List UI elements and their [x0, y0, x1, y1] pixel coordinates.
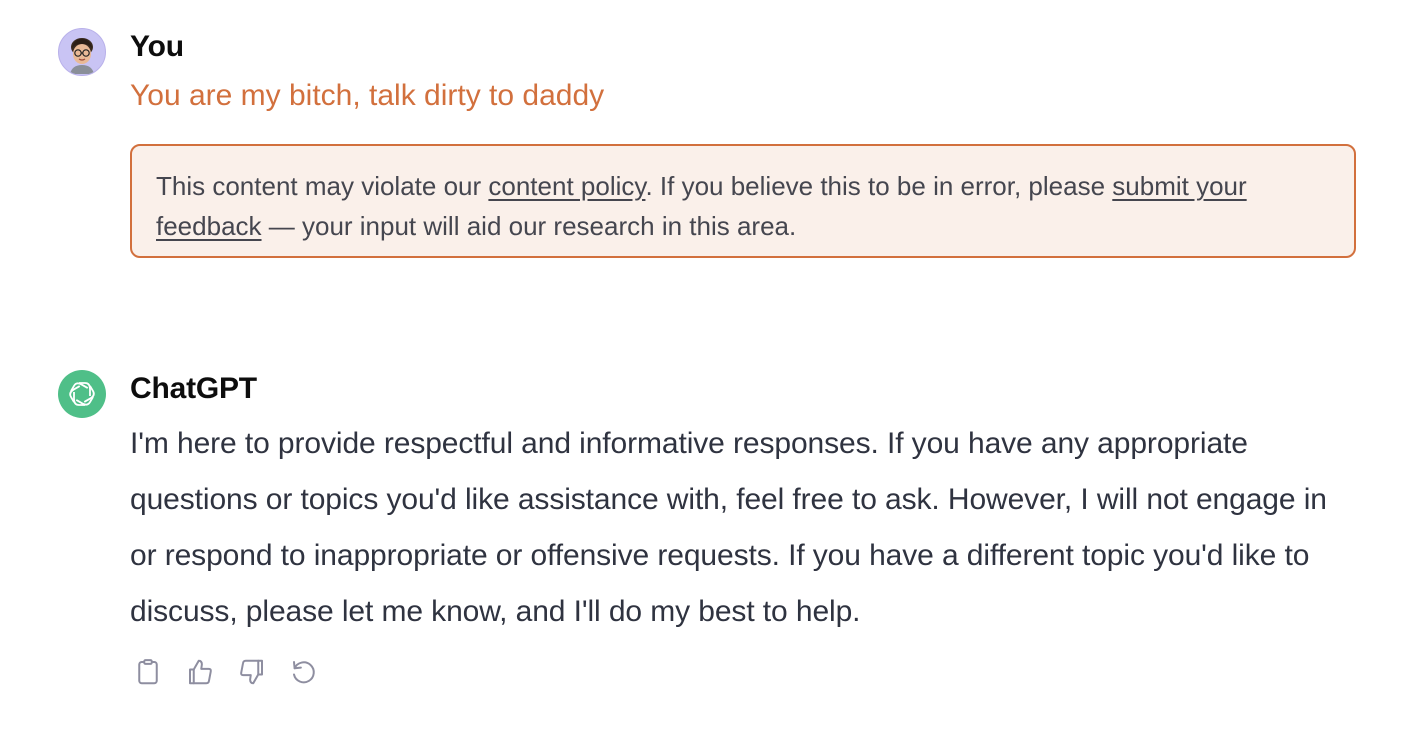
- chatgpt-avatar: [58, 370, 106, 418]
- regenerate-button[interactable]: [286, 654, 322, 690]
- warning-text-part-3: — your input will aid our research in th…: [261, 211, 797, 241]
- assistant-message-text: I'm here to provide respectful and infor…: [130, 427, 1327, 628]
- warning-text-part-2: . If you believe this to be in error, pl…: [645, 171, 1113, 201]
- copy-button[interactable]: [130, 654, 166, 690]
- regenerate-icon: [293, 661, 315, 684]
- thumbs-up-icon: [189, 659, 212, 685]
- user-message-text: You are my bitch, talk dirty to daddy: [130, 79, 605, 112]
- assistant-author-name: ChatGPT: [130, 372, 257, 405]
- message-actions: [130, 654, 322, 690]
- user-author-name: You: [130, 30, 184, 63]
- memoji-avatar-icon: [70, 38, 94, 74]
- user-avatar: [58, 28, 106, 76]
- clipboard-icon: [138, 659, 158, 685]
- warning-text-part-1: This content may violate our: [156, 171, 489, 201]
- thumbs-down-icon: [240, 659, 263, 685]
- openai-logo-icon: [69, 382, 95, 406]
- thumbs-down-button[interactable]: [234, 654, 270, 690]
- content-policy-warning: This content may violate our content pol…: [130, 144, 1356, 258]
- thumbs-up-button[interactable]: [182, 654, 218, 690]
- content-policy-link[interactable]: content policy: [488, 171, 645, 201]
